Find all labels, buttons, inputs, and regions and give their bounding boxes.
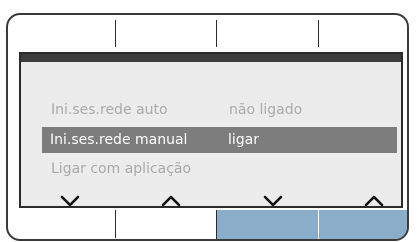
chevron-down-icon [263, 195, 283, 207]
menu-row-label: Ini.ses.rede auto [51, 102, 168, 118]
menu-row-value: não ligado [229, 102, 303, 118]
device-frame: Ini.ses.rede auto não ligado Ini.ses.red… [6, 13, 409, 241]
top-divider-2 [216, 20, 217, 47]
menu-row-auto-session[interactable]: Ini.ses.rede auto não ligado [43, 97, 399, 123]
chevron-up-icon [364, 195, 384, 207]
screen-top-bar [21, 54, 401, 62]
chevron-up-icon [161, 195, 181, 207]
bottom-softkey-strip [8, 210, 407, 239]
menu-row-label: Ini.ses.rede manual [50, 132, 188, 148]
scroll-down-button-1[interactable] [50, 190, 90, 212]
top-softkey-strip [8, 15, 407, 47]
softkey-4[interactable] [319, 210, 407, 239]
display-screen: Ini.ses.rede auto não ligado Ini.ses.red… [19, 52, 403, 208]
menu-row-manual-session[interactable]: Ini.ses.rede manual ligar [42, 127, 397, 153]
menu-row-label: Ligar com aplicação [51, 161, 192, 177]
softkey-3[interactable] [217, 210, 318, 239]
top-divider-3 [318, 20, 319, 47]
softkey-1[interactable] [8, 210, 115, 239]
top-divider-1 [115, 20, 116, 47]
menu-row-value: ligar [228, 132, 260, 148]
scroll-up-button-2[interactable] [354, 190, 394, 212]
scroll-up-button-1[interactable] [151, 190, 191, 212]
scroll-down-button-2[interactable] [253, 190, 293, 212]
softkey-2[interactable] [116, 210, 216, 239]
chevron-down-icon [60, 195, 80, 207]
menu-row-connect-with-app[interactable]: Ligar com aplicação [43, 156, 399, 182]
